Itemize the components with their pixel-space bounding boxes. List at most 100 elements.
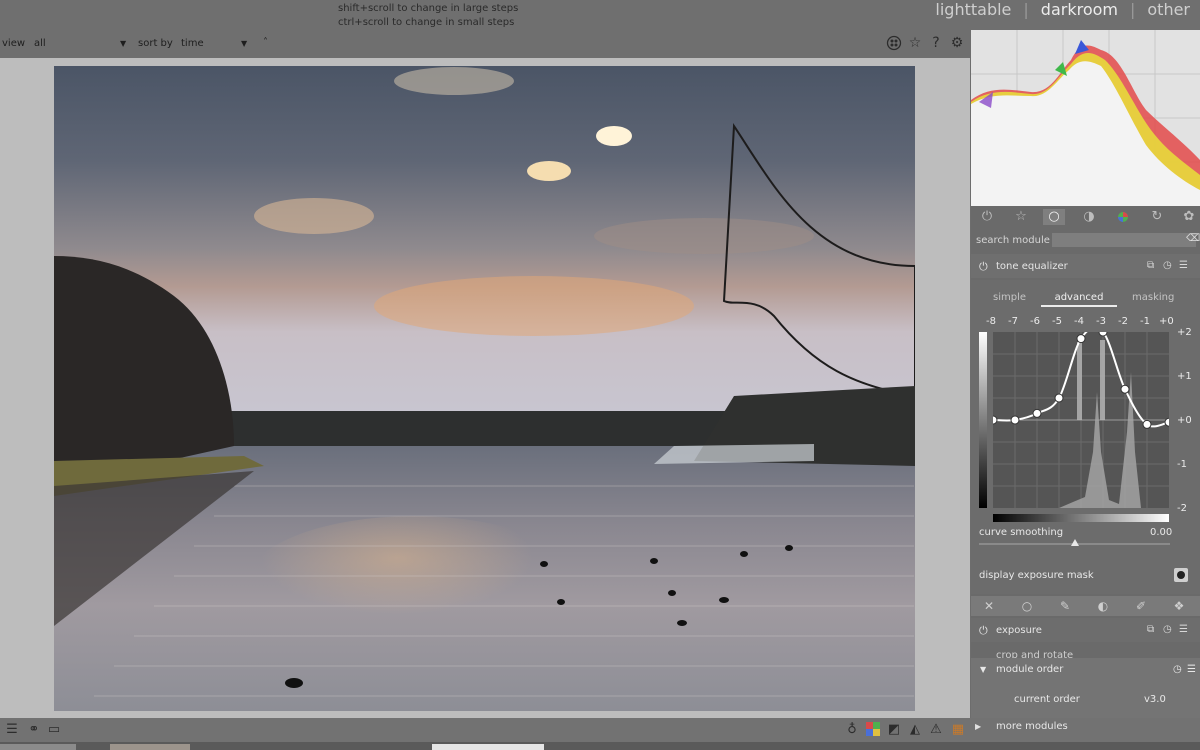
curve-node[interactable] bbox=[1120, 384, 1130, 394]
filmstrip-thumbnail[interactable] bbox=[0, 744, 76, 750]
ev-label: +0 bbox=[1159, 316, 1174, 327]
crop-module-header[interactable]: crop and rotate bbox=[971, 648, 1200, 658]
reset-icon[interactable]: ◷ bbox=[1163, 260, 1172, 271]
view-darkroom[interactable]: darkroom bbox=[1041, 0, 1118, 19]
help-icon[interactable]: ? bbox=[928, 35, 944, 51]
presets-menu-icon[interactable]: ☰ bbox=[1187, 664, 1196, 675]
raster-mask-icon[interactable]: ❖ bbox=[1169, 598, 1189, 614]
second-window-icon[interactable]: ▭ bbox=[46, 722, 62, 738]
view-separator: | bbox=[1129, 0, 1136, 19]
color-assessment-icon[interactable] bbox=[886, 35, 902, 51]
ev-label: -8 bbox=[986, 316, 996, 327]
raw-overexposed-icon[interactable]: ◭ bbox=[907, 722, 923, 738]
correction-icon[interactable]: ↻ bbox=[1146, 209, 1168, 225]
view-switcher: lighttable | darkroom | other bbox=[935, 0, 1190, 19]
curve-node[interactable] bbox=[1076, 334, 1086, 344]
clear-search-icon[interactable]: ⌫ bbox=[1186, 233, 1200, 244]
curve-node[interactable] bbox=[1142, 419, 1152, 429]
more-modules-label[interactable]: more modules bbox=[996, 721, 1068, 732]
current-order-value: v3.0 bbox=[1144, 694, 1166, 705]
module-title: crop and rotate bbox=[996, 650, 1074, 658]
curve-node[interactable] bbox=[1032, 408, 1042, 418]
photo-preview[interactable] bbox=[54, 66, 915, 711]
view-filter-dropdown-icon[interactable]: ▼ bbox=[120, 39, 126, 48]
softproof-icon[interactable]: ◩ bbox=[886, 722, 902, 738]
curve-node[interactable] bbox=[993, 415, 998, 425]
power-icon[interactable]: ⏻ bbox=[979, 260, 988, 274]
filter-bar: view all ▼ sort by time ▼ ˄ ☆ ? ⚙ bbox=[0, 30, 970, 58]
sort-by-dropdown-icon[interactable]: ▼ bbox=[241, 39, 247, 48]
curve-node[interactable] bbox=[1098, 332, 1108, 337]
half-circle-icon[interactable]: ◑ bbox=[1078, 209, 1100, 225]
curve-node[interactable] bbox=[1010, 415, 1020, 425]
power-icon[interactable]: ⏻ bbox=[979, 624, 988, 638]
view-filter-label: view bbox=[2, 38, 26, 49]
drawn-mask-icon[interactable]: ✎ bbox=[1055, 598, 1075, 614]
module-title: tone equalizer bbox=[996, 261, 1068, 272]
collapse-icon[interactable]: ▼ bbox=[980, 665, 986, 674]
curve-smoothing-value[interactable]: 0.00 bbox=[1150, 527, 1172, 538]
view-separator: | bbox=[1023, 0, 1029, 19]
bulb-icon[interactable]: ♁ bbox=[844, 722, 860, 738]
star-icon[interactable]: ☆ bbox=[907, 35, 923, 51]
parametric-mask-icon[interactable]: ◐ bbox=[1093, 598, 1113, 614]
expand-icon[interactable]: ▶ bbox=[975, 722, 981, 731]
tab-simple[interactable]: simple bbox=[993, 292, 1026, 303]
guides-icon[interactable]: ▦ bbox=[950, 722, 966, 738]
curve-node[interactable] bbox=[1164, 417, 1169, 427]
view-lighttable[interactable]: lighttable bbox=[935, 0, 1011, 19]
tone-curve-graph[interactable] bbox=[993, 332, 1169, 508]
module-title: exposure bbox=[996, 625, 1042, 636]
filmstrip-thumbnail-selected[interactable] bbox=[432, 744, 544, 750]
search-module-label: search module bbox=[976, 235, 1050, 246]
sort-order-toggle[interactable]: ˄ bbox=[263, 37, 268, 48]
exposure-header[interactable]: ⏻ exposure ⧉ ◷ ☰ bbox=[971, 618, 1200, 642]
current-order-label: current order bbox=[1014, 694, 1080, 705]
filmstrip-thumbnail[interactable] bbox=[110, 744, 190, 750]
histogram[interactable] bbox=[971, 30, 1200, 206]
drawn-parametric-mask-icon[interactable]: ✐ bbox=[1131, 598, 1151, 614]
gear-icon[interactable]: ⚙ bbox=[949, 35, 965, 51]
menu-icon[interactable]: ☰ bbox=[4, 722, 20, 738]
slider-handle[interactable] bbox=[1071, 539, 1079, 546]
tab-masking[interactable]: masking bbox=[1132, 292, 1174, 303]
clipping-warning-icon[interactable]: ⚠ bbox=[928, 722, 944, 738]
sort-by-label: sort by bbox=[138, 38, 173, 49]
tab-advanced[interactable]: advanced bbox=[1041, 292, 1117, 307]
reset-icon[interactable]: ◷ bbox=[1173, 664, 1182, 675]
ev-label: -7 bbox=[1008, 316, 1018, 327]
sort-by-select[interactable]: time bbox=[181, 38, 204, 49]
effects-icon[interactable]: ✿ bbox=[1178, 209, 1200, 225]
reset-icon[interactable]: ◷ bbox=[1163, 624, 1172, 635]
search-module-input[interactable] bbox=[1052, 233, 1196, 247]
histogram-graph bbox=[971, 30, 1200, 206]
mask-off-icon[interactable]: ✕ bbox=[979, 598, 999, 614]
module-group-tabs: ⏻ ☆ ○ ◑ ↻ ✿ bbox=[971, 206, 1200, 228]
styles-icon[interactable]: ⚭ bbox=[26, 722, 42, 738]
ev-label: -6 bbox=[1030, 316, 1040, 327]
filmstrip bbox=[0, 742, 1200, 750]
exposure-gain-label: +2 bbox=[1177, 327, 1192, 338]
landscape-photo bbox=[54, 66, 915, 711]
copy-instance-icon[interactable]: ⧉ bbox=[1147, 624, 1154, 635]
ev-label: -2 bbox=[1118, 316, 1128, 327]
presets-menu-icon[interactable]: ☰ bbox=[1179, 260, 1188, 271]
luminance-gradient-horizontal bbox=[993, 514, 1169, 522]
presets-menu-icon[interactable]: ☰ bbox=[1179, 624, 1188, 635]
view-other[interactable]: other bbox=[1147, 0, 1190, 19]
copy-instance-icon[interactable]: ⧉ bbox=[1147, 260, 1154, 271]
gamut-check-icon[interactable] bbox=[865, 722, 881, 738]
uniform-mask-icon[interactable]: ○ bbox=[1017, 598, 1037, 614]
tone-equalizer-header[interactable]: ⏻ tone equalizer ⧉ ◷ ☰ bbox=[971, 254, 1200, 278]
color-wheel-icon[interactable] bbox=[1112, 209, 1134, 225]
power-icon[interactable]: ⏻ bbox=[976, 209, 998, 225]
curve-node[interactable] bbox=[1054, 393, 1064, 403]
display-exposure-mask-toggle[interactable] bbox=[1174, 568, 1188, 582]
view-filter-select[interactable]: all bbox=[34, 38, 46, 49]
module-order-title[interactable]: module order bbox=[996, 664, 1063, 675]
star-icon[interactable]: ☆ bbox=[1010, 209, 1032, 225]
exposure-gain-label: -1 bbox=[1177, 459, 1187, 470]
circle-icon[interactable]: ○ bbox=[1043, 209, 1065, 225]
ev-label: -3 bbox=[1096, 316, 1106, 327]
hint-large-steps: shift+scroll to change in large steps bbox=[338, 3, 519, 14]
